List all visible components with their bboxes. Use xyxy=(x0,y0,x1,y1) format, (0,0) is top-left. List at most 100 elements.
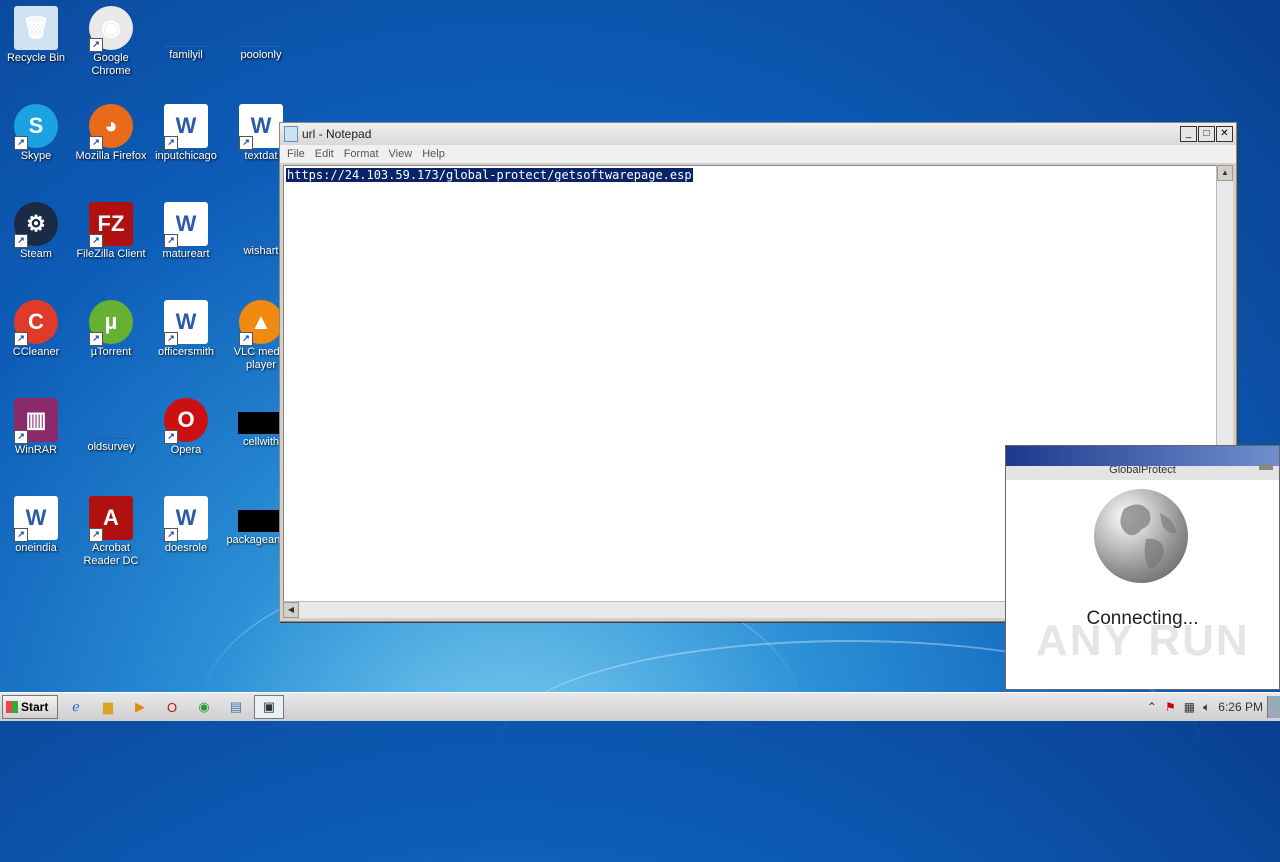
desktop-icon-label: oldsurvey xyxy=(87,441,135,453)
desktop-icon-label: Google Chrome xyxy=(91,52,131,77)
shortcut-arrow-icon: ↗ xyxy=(14,136,28,150)
desktop-icon[interactable]: ▥ ↗ WinRAR xyxy=(0,392,74,457)
desktop-icon-label: poolonly xyxy=(240,49,282,61)
desktop-icon[interactable]: oldsurvey xyxy=(73,392,149,454)
taskbar-media-player-icon[interactable]: ▶ xyxy=(126,696,154,718)
menu-view[interactable]: View xyxy=(389,148,413,160)
scroll-up-icon[interactable]: ▲ xyxy=(1217,165,1233,181)
windows-logo-icon xyxy=(6,701,18,713)
desktop-icon[interactable]: ◕ ↗ Mozilla Firefox xyxy=(73,98,149,163)
shortcut-arrow-icon: ↗ xyxy=(89,332,103,346)
network-icon[interactable]: ▦ xyxy=(1184,700,1195,714)
desktop-icon[interactable]: µ ↗ µTorrent xyxy=(73,294,149,359)
desktop-icon[interactable]: A ↗ Acrobat Reader DC xyxy=(73,490,149,568)
maximize-button[interactable]: □ xyxy=(1198,126,1215,142)
vlc-icon: ▲ ↗ xyxy=(239,300,283,346)
word-doc-icon: W ↗ xyxy=(164,300,208,346)
desktop-icon-label: µTorrent xyxy=(90,346,132,358)
menu-format[interactable]: Format xyxy=(344,148,379,160)
desktop-icon[interactable]: W ↗ doesrole xyxy=(148,490,224,555)
desktop-icon[interactable]: 🗑 Recycle Bin xyxy=(0,0,74,65)
shortcut-arrow-icon: ↗ xyxy=(239,136,253,150)
action-center-icon[interactable]: ⚑ xyxy=(1165,700,1176,714)
taskbar-ie-icon[interactable]: ℯ xyxy=(62,696,90,718)
shortcut-arrow-icon: ↗ xyxy=(164,234,178,248)
desktop-icon-label: familyil xyxy=(169,49,203,61)
shortcut-arrow-icon: ↗ xyxy=(89,38,103,52)
taskbar-notepad-icon[interactable]: ▤ xyxy=(222,696,250,718)
black-file-icon xyxy=(238,510,284,532)
globe-icon xyxy=(1094,489,1188,583)
filezilla-icon: FZ ↗ xyxy=(89,202,133,248)
shortcut-arrow-icon: ↗ xyxy=(164,332,178,346)
taskbar-explorer-icon[interactable]: ▆ xyxy=(94,696,122,718)
shortcut-arrow-icon: ↗ xyxy=(164,430,178,444)
desktop-icon[interactable]: W ↗ oneindia xyxy=(0,490,74,555)
menu-file[interactable]: File xyxy=(287,148,305,160)
word-doc-icon: W ↗ xyxy=(14,496,58,542)
selected-url-text[interactable]: https://24.103.59.173/global-protect/get… xyxy=(286,168,693,182)
desktop-icon-label: CCleaner xyxy=(12,346,60,358)
minimize-button[interactable]: _ xyxy=(1180,126,1197,142)
volume-icon[interactable]: 🔈︎ xyxy=(1203,700,1210,715)
desktop-icon[interactable]: W ↗ matureart xyxy=(148,196,224,261)
desktop-icon-label: doesrole xyxy=(164,542,208,554)
word-doc-icon: W ↗ xyxy=(164,496,208,542)
shortcut-arrow-icon: ↗ xyxy=(89,136,103,150)
clock[interactable]: 6:26 PM xyxy=(1218,700,1263,714)
taskbar-chrome-icon[interactable]: ◉ xyxy=(190,696,218,718)
desktop-icon-label: matureart xyxy=(162,248,210,260)
start-label: Start xyxy=(21,700,49,714)
desktop-icon[interactable]: W ↗ officersmith xyxy=(148,294,224,359)
chrome-icon: ◉ ↗ xyxy=(89,6,133,52)
acrobat-icon: A ↗ xyxy=(89,496,133,542)
scroll-left-icon[interactable]: ◀ xyxy=(283,602,299,618)
shortcut-arrow-icon: ↗ xyxy=(89,528,103,542)
desktop-icon-label: inputchicago xyxy=(155,150,217,162)
file-icon xyxy=(239,202,283,243)
close-button[interactable]: ✕ xyxy=(1216,126,1233,142)
black-file-icon xyxy=(238,412,284,434)
desktop-icon-label: officersmith xyxy=(157,346,215,358)
desktop-icon-label: Skype xyxy=(20,150,52,162)
globalprotect-popup[interactable]: GlobalProtect ANY RUN Connecting... xyxy=(1005,445,1280,690)
taskbar: Start ℯ ▆ ▶ O ◉ ▤ ▣ ⌃ ⚑ ▦ 🔈︎ 6:26 PM xyxy=(0,692,1280,721)
desktop-icon-label: FileZilla Client xyxy=(76,248,146,260)
desktop-icon-label: Steam xyxy=(20,248,52,260)
shortcut-arrow-icon: ↗ xyxy=(14,234,28,248)
recycle-bin-icon: 🗑 xyxy=(14,6,58,50)
word-doc-icon: W ↗ xyxy=(239,104,283,150)
start-button[interactable]: Start xyxy=(2,695,58,719)
file-icon xyxy=(164,6,208,47)
desktop-icon[interactable]: familyil xyxy=(148,0,224,62)
file-icon xyxy=(89,398,133,439)
shortcut-arrow-icon: ↗ xyxy=(14,332,28,346)
skype-icon: S ↗ xyxy=(14,104,58,150)
pin-icon[interactable] xyxy=(1259,464,1273,470)
desktop-icon[interactable]: ⚙ ↗ Steam xyxy=(0,196,74,261)
connection-status: Connecting... xyxy=(1086,608,1199,629)
desktop-icon-label: Acrobat Reader DC xyxy=(83,542,139,567)
desktop-icon[interactable]: O ↗ Opera xyxy=(148,392,224,457)
show-desktop-button[interactable] xyxy=(1267,696,1280,718)
shortcut-arrow-icon: ↗ xyxy=(14,430,28,444)
menu-edit[interactable]: Edit xyxy=(315,148,334,160)
desktop-icon[interactable]: ◉ ↗ Google Chrome xyxy=(73,0,149,78)
taskbar-globalprotect-icon[interactable]: ▣ xyxy=(254,695,284,719)
shortcut-arrow-icon: ↗ xyxy=(164,136,178,150)
shortcut-arrow-icon: ↗ xyxy=(89,234,103,248)
desktop-icon[interactable]: poolonly xyxy=(223,0,299,62)
desktop-icon[interactable]: FZ ↗ FileZilla Client xyxy=(73,196,149,261)
show-hidden-icons-icon[interactable]: ⌃ xyxy=(1147,700,1157,714)
notepad-titlebar[interactable]: url - Notepad _ □ ✕ xyxy=(280,123,1236,145)
taskbar-opera-icon[interactable]: O xyxy=(158,696,186,718)
menu-help[interactable]: Help xyxy=(422,148,445,160)
desktop-icon[interactable]: C ↗ CCleaner xyxy=(0,294,74,359)
desktop-icon[interactable]: W ↗ inputchicago xyxy=(148,98,224,163)
shortcut-arrow-icon: ↗ xyxy=(14,528,28,542)
desktop-icon-label: oneindia xyxy=(15,542,57,554)
firefox-icon: ◕ ↗ xyxy=(89,104,133,150)
window-title: url - Notepad xyxy=(302,127,372,141)
desktop-icon[interactable]: S ↗ Skype xyxy=(0,98,74,163)
utorrent-icon: µ ↗ xyxy=(89,300,133,346)
